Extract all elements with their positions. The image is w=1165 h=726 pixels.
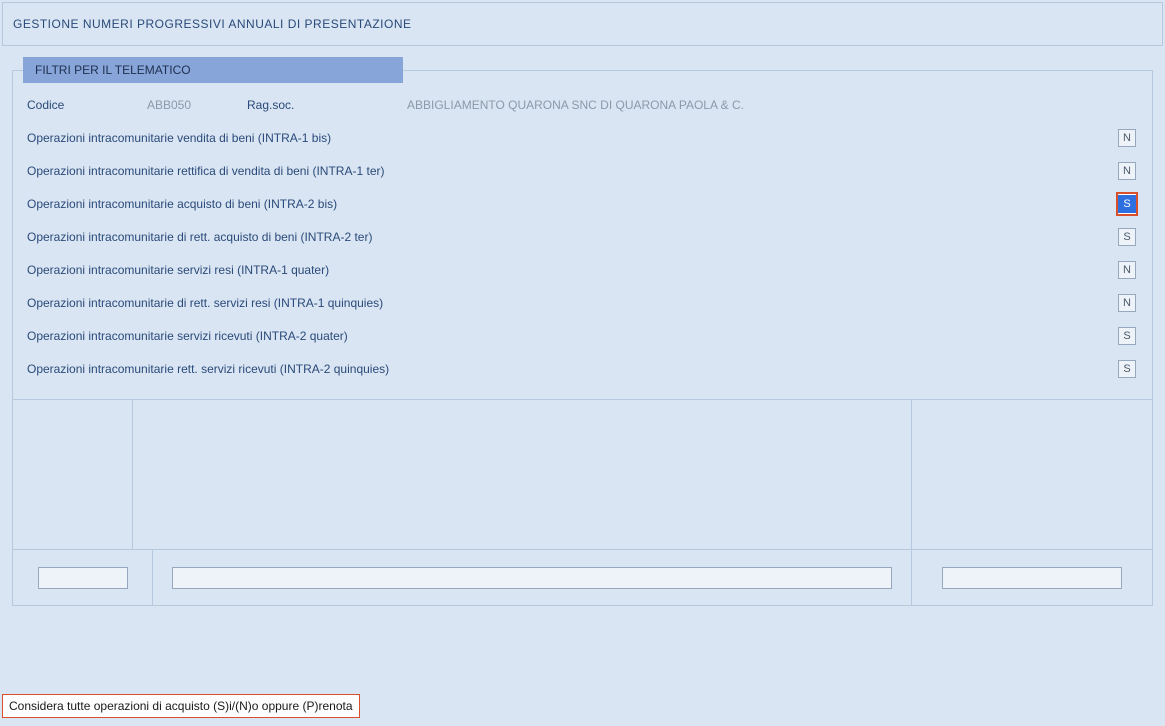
operation-row: Operazioni intracomunitarie di rett. acq… xyxy=(27,220,1138,253)
bottom-bar xyxy=(12,550,1153,606)
operation-row: Operazioni intracomunitarie rett. serviz… xyxy=(27,352,1138,385)
status-hint-text: Considera tutte operazioni di acquisto (… xyxy=(9,699,353,713)
operation-row: Operazioni intracomunitarie vendita di b… xyxy=(27,121,1138,154)
ragsoc-value: ABBIGLIAMENTO QUARONA SNC DI QUARONA PAO… xyxy=(407,98,744,112)
operation-flag-input[interactable] xyxy=(1118,162,1136,180)
operation-label: Operazioni intracomunitarie rett. serviz… xyxy=(27,362,389,376)
operation-row: Operazioni intracomunitarie di rett. ser… xyxy=(27,286,1138,319)
operation-flag-wrap xyxy=(1116,192,1138,216)
ragsoc-label: Rag.soc. xyxy=(247,98,407,112)
operation-label: Operazioni intracomunitarie rettifica di… xyxy=(27,164,384,178)
group-legend-text: FILTRI PER IL TELEMATICO xyxy=(35,63,191,77)
operation-flag-wrap xyxy=(1116,294,1138,312)
operation-row: Operazioni intracomunitarie servizi resi… xyxy=(27,253,1138,286)
lower-cell-a xyxy=(13,400,133,549)
operation-label: Operazioni intracomunitarie acquisto di … xyxy=(27,197,337,211)
operation-flag-input[interactable] xyxy=(1118,327,1136,345)
operation-label: Operazioni intracomunitarie servizi rice… xyxy=(27,329,348,343)
operation-flag-wrap xyxy=(1116,162,1138,180)
codice-row: Codice ABB050 Rag.soc. ABBIGLIAMENTO QUA… xyxy=(27,89,1138,121)
lower-cell-b xyxy=(133,400,912,549)
operation-flag-wrap xyxy=(1116,261,1138,279)
operation-label: Operazioni intracomunitarie di rett. acq… xyxy=(27,230,372,244)
operation-flag-input[interactable] xyxy=(1118,294,1136,312)
bottom-input-b[interactable] xyxy=(172,567,892,589)
bottom-cell-c xyxy=(912,550,1152,605)
bottom-cell-a xyxy=(13,550,153,605)
operation-flag-wrap xyxy=(1116,129,1138,147)
operation-label: Operazioni intracomunitarie vendita di b… xyxy=(27,131,331,145)
operation-row: Operazioni intracomunitarie rettifica di… xyxy=(27,154,1138,187)
lower-panel xyxy=(12,400,1153,550)
operation-flag-input[interactable] xyxy=(1118,129,1136,147)
bottom-input-a[interactable] xyxy=(38,567,128,589)
operation-label: Operazioni intracomunitarie di rett. ser… xyxy=(27,296,383,310)
operation-label: Operazioni intracomunitarie servizi resi… xyxy=(27,263,329,277)
bottom-cell-b xyxy=(153,550,912,605)
codice-value: ABB050 xyxy=(147,98,247,112)
operation-row: Operazioni intracomunitarie servizi rice… xyxy=(27,319,1138,352)
operation-flag-wrap xyxy=(1116,360,1138,378)
operation-flag-input[interactable] xyxy=(1118,360,1136,378)
page-title: GESTIONE NUMERI PROGRESSIVI ANNUALI DI P… xyxy=(13,17,412,31)
operation-flag-input[interactable] xyxy=(1118,228,1136,246)
operation-flag-wrap xyxy=(1116,327,1138,345)
operation-row: Operazioni intracomunitarie acquisto di … xyxy=(27,187,1138,220)
lower-cell-c xyxy=(912,400,1152,549)
operation-flag-input[interactable] xyxy=(1118,195,1136,213)
operation-flag-wrap xyxy=(1116,228,1138,246)
telematico-filters-group: FILTRI PER IL TELEMATICO Codice ABB050 R… xyxy=(12,70,1153,400)
status-hint-box: Considera tutte operazioni di acquisto (… xyxy=(2,694,360,718)
codice-label: Codice xyxy=(27,98,147,112)
bottom-input-c[interactable] xyxy=(942,567,1122,589)
group-legend: FILTRI PER IL TELEMATICO xyxy=(23,57,403,83)
page-title-bar: GESTIONE NUMERI PROGRESSIVI ANNUALI DI P… xyxy=(2,2,1163,46)
operation-flag-input[interactable] xyxy=(1118,261,1136,279)
